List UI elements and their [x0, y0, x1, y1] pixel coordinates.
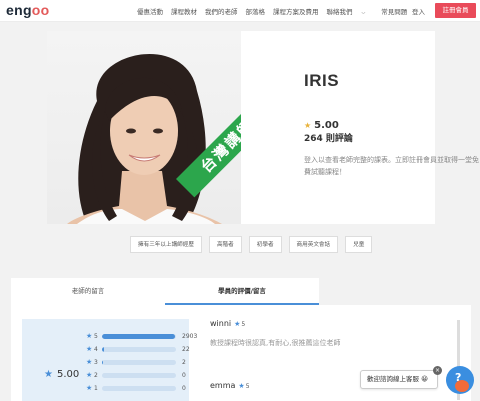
- rating-summary: ★ 5.00 ★ 5 2903 ★ 4 22 ★ 3 2 ★ 2 0 ★ 1 0: [22, 319, 197, 401]
- teacher-photo: 台灣講師: [47, 31, 241, 224]
- mascot-icon: [455, 380, 469, 392]
- review-author: emma ★5: [210, 381, 250, 390]
- star-icon: ★: [86, 358, 93, 366]
- teacher-name: IRIS: [304, 71, 340, 90]
- tab-teacher-message[interactable]: 老師的留言: [11, 278, 165, 305]
- rating-bar: [102, 360, 176, 365]
- help-chat-button[interactable]: ?: [446, 366, 474, 394]
- star-icon: ★: [304, 121, 312, 130]
- teacher-rating: ★ 5.00: [304, 120, 339, 131]
- tag-advanced: 高階者: [208, 236, 242, 253]
- nav-teachers[interactable]: 我們的老師: [205, 6, 238, 16]
- close-icon[interactable]: ×: [433, 366, 442, 375]
- top-navbar: engoo 優惠活動 課程教材 我們的老師 部落格 課程方案及費用 聯絡我們 ⌵ …: [0, 0, 480, 22]
- star-icon: ★: [238, 382, 245, 390]
- rating-bar: [102, 386, 176, 391]
- nav-faq[interactable]: 常見問題: [381, 6, 407, 16]
- nav-promotions[interactable]: 優惠活動: [137, 6, 163, 16]
- review-author: winni ★5: [210, 319, 246, 328]
- tag-kids: 兒童: [345, 236, 373, 253]
- rating-bar-fill: [102, 347, 105, 352]
- nav-blog[interactable]: 部落格: [246, 6, 266, 16]
- star-icon: ★: [44, 369, 53, 380]
- rating-bar-fill: [102, 334, 176, 339]
- engoo-logo[interactable]: engoo: [6, 2, 50, 18]
- login-link[interactable]: 登入: [412, 6, 425, 16]
- tag-beginner: 初學者: [248, 236, 282, 253]
- nav-materials[interactable]: 課程教材: [171, 6, 197, 16]
- tag-business-english: 商用英文會話: [288, 236, 339, 253]
- rating-bar: [102, 373, 176, 378]
- star-icon: ★: [234, 320, 241, 328]
- star-icon: ★: [86, 332, 93, 340]
- nav-contact[interactable]: 聯絡我們 ⌵: [327, 6, 374, 16]
- review-count: 264 則評論: [304, 134, 353, 144]
- rating-bar: [102, 347, 176, 352]
- star-icon: ★: [86, 371, 93, 379]
- teacher-portrait: [67, 53, 222, 224]
- review-tabs: 老師的留言 學員的評價/留言: [11, 278, 319, 305]
- tab-student-reviews[interactable]: 學員的評價/留言: [165, 278, 319, 305]
- tag-experience: 擁有三年以上講師經歷: [130, 236, 202, 253]
- star-icon: ★: [86, 345, 93, 353]
- login-prompt-text: 登入以查看老師完整的課表。立即註冊會員並取得一堂免費試聽課程！: [304, 156, 479, 176]
- rating-bar: [102, 334, 176, 339]
- average-rating: ★ 5.00: [44, 369, 80, 380]
- teacher-profile-card: 台灣講師 IRIS ★ 5.00 264 則評論 登入以查看老師完整的課表。立即註…: [47, 31, 479, 224]
- signup-button[interactable]: 註冊會員: [435, 3, 476, 18]
- nav-pricing[interactable]: 課程方案及費用: [273, 6, 319, 16]
- chevron-down-icon: ⌵: [361, 10, 366, 16]
- main-nav: 優惠活動 課程教材 我們的老師 部落格 課程方案及費用 聯絡我們 ⌵ 常見問題: [137, 6, 415, 16]
- star-icon: ★: [86, 384, 93, 392]
- review-text: 教授課程時很認真,有耐心,很推薦這位老師: [210, 339, 341, 347]
- teacher-tags: 擁有三年以上講師經歷 高階者 初學者 商用英文會話 兒童: [130, 236, 379, 253]
- chat-prompt[interactable]: 歡迎諮詢線上客服 😀: [360, 370, 438, 389]
